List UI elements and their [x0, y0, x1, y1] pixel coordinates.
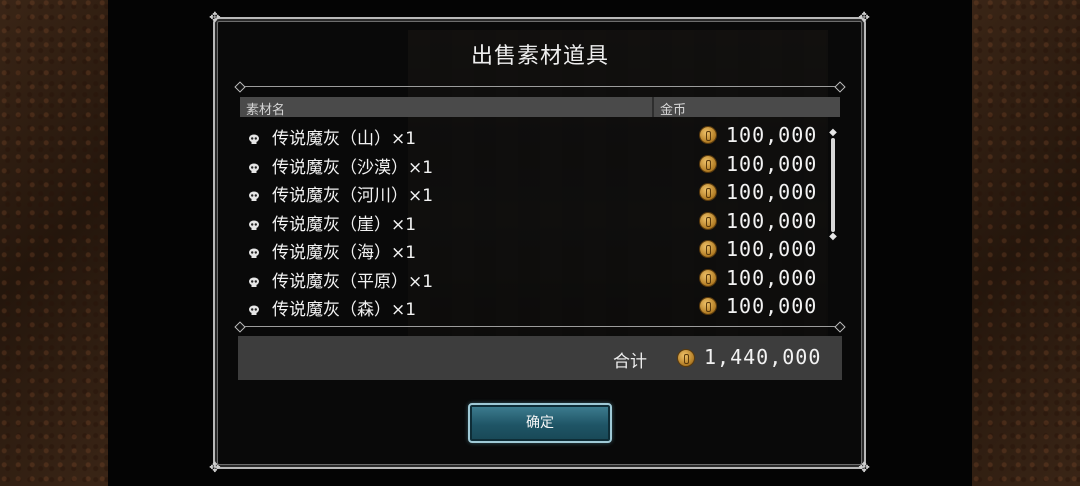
material-name: 传说魔灰（山）×1: [272, 129, 417, 149]
material-row[interactable]: 传说魔灰（崖）×1 100,000: [240, 208, 820, 236]
divider-bottom: [240, 326, 840, 327]
column-header-gold: 金币: [660, 103, 687, 118]
material-row[interactable]: 传说魔灰（平原）×1 100,000: [240, 265, 820, 293]
scroll-thumb[interactable]: [831, 138, 835, 232]
list-header: 素材名 金币: [240, 97, 840, 118]
material-price: 100,000: [726, 208, 818, 233]
total-value: 1,440,000: [704, 345, 822, 369]
gold-coin-icon: [700, 298, 716, 314]
skull-ash-icon: [248, 243, 260, 258]
left-border-texture: [0, 0, 108, 486]
corner-ornament-icon: ✥: [858, 10, 870, 26]
material-name: 传说魔灰（海）×1: [272, 243, 417, 263]
material-price: 100,000: [726, 151, 818, 176]
column-separator: [652, 97, 654, 117]
gold-coin-icon: [700, 241, 716, 257]
material-row[interactable]: 传说魔灰（海）×1 100,000: [240, 236, 820, 264]
gold-coin-icon: [678, 350, 694, 366]
skull-ash-icon: [248, 129, 260, 144]
gold-coin-icon: [700, 184, 716, 200]
material-price: 100,000: [726, 237, 818, 261]
material-name: 传说魔灰（河川）×1: [272, 186, 434, 206]
material-row[interactable]: 传说魔灰（森）×1 100,000: [240, 293, 820, 321]
skull-ash-icon: [248, 300, 260, 315]
skull-ash-icon: [248, 186, 260, 201]
material-name: 传说魔灰（森）×1: [272, 300, 417, 320]
material-price: 100,000: [726, 294, 818, 318]
material-name: 传说魔灰（崖）×1: [272, 214, 417, 235]
skull-ash-icon: [248, 215, 260, 230]
total-row: 合计 1,440,000: [238, 336, 842, 380]
right-border-texture: [972, 0, 1080, 486]
skull-ash-icon: [248, 272, 260, 287]
scroll-down-icon[interactable]: ◆: [828, 232, 838, 242]
dialog-title: 出售素材道具: [470, 44, 609, 69]
material-name: 传说魔灰（沙漠）×1: [272, 157, 434, 178]
corner-ornament-icon: ✥: [209, 460, 221, 476]
total-label: 合计: [613, 352, 647, 372]
confirm-button[interactable]: 确定: [468, 403, 612, 443]
material-row[interactable]: 传说魔灰（山）×1 100,000: [240, 122, 820, 150]
list-scrollbar[interactable]: ◆ ◆: [828, 128, 838, 242]
divider-top: [240, 86, 840, 87]
material-price: 100,000: [726, 180, 818, 204]
corner-ornament-icon: ✥: [858, 460, 870, 476]
material-name: 传说魔灰（平原）×1: [272, 271, 434, 292]
material-row[interactable]: 传说魔灰（沙漠）×1 100,000: [240, 151, 820, 179]
material-row[interactable]: 传说魔灰（河川）×1 100,000: [240, 179, 820, 207]
gold-coin-icon: [700, 155, 716, 172]
column-header-name: 素材名: [246, 103, 286, 118]
gold-coin-icon: [700, 212, 716, 229]
material-price: 100,000: [726, 123, 818, 147]
material-price: 100,000: [726, 265, 818, 290]
corner-ornament-icon: ✥: [209, 10, 221, 26]
skull-ash-icon: [248, 158, 260, 173]
scroll-up-icon[interactable]: ◆: [828, 128, 838, 138]
gold-coin-icon: [700, 269, 716, 286]
gold-coin-icon: [700, 127, 716, 143]
